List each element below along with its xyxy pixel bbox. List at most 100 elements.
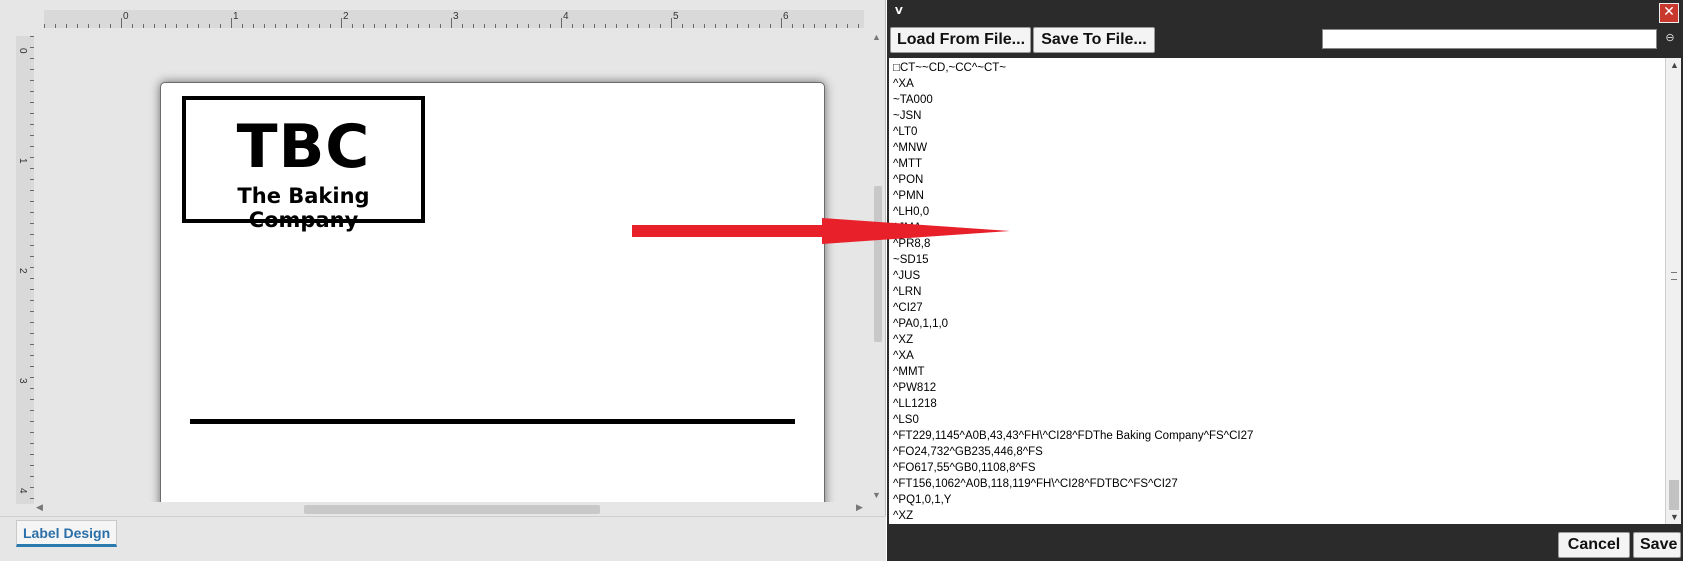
ruler-tick [30, 58, 34, 59]
code-line[interactable]: ~SD15 [893, 252, 1661, 268]
zpl-code-textarea[interactable]: □CT~~CD,~CC^~CT~ ^XA ~TA000 ~JSN ^LT0 ^MNW ^MT… [889, 58, 1665, 524]
designer-vertical-scrollbar[interactable]: ▲ ▼ [870, 30, 884, 504]
code-line[interactable]: ^MTT [893, 156, 1661, 172]
scroll-left-arrow-icon[interactable]: ◀ [36, 502, 43, 513]
ruler-tick [30, 311, 34, 312]
scroll-thumb[interactable] [874, 186, 882, 342]
scroll-thumb[interactable] [1669, 480, 1679, 510]
code-line[interactable]: ^PR8,8 [893, 236, 1661, 252]
save-button[interactable]: Save [1633, 532, 1681, 558]
code-line[interactable]: ^XZ [893, 508, 1661, 524]
scroll-thumb[interactable] [304, 505, 600, 514]
save-to-file-button[interactable]: Save To File... [1033, 27, 1155, 53]
label-designer-panel: 0 1 2 3 4 5 6 0 1 2 3 4 TBC The Baking Company ▲ ▼… [0, 0, 886, 561]
code-vertical-scrollbar[interactable]: ▲ ▼ [1665, 58, 1681, 524]
code-line[interactable]: □CT~~CD,~CC^~CT~ [893, 60, 1661, 76]
code-line[interactable]: ^PQ1,0,1,Y [893, 492, 1661, 508]
code-line[interactable]: ^FO24,732^GB235,446,8^FS [893, 444, 1661, 460]
ruler-tick [715, 24, 716, 28]
editor-title-bar: V ✕ [887, 0, 1683, 26]
code-line[interactable]: ^LL1218 [893, 396, 1661, 412]
code-line[interactable]: ^FT156,1062^A0B,118,119^FH\^CI28^FDTBC^F… [893, 476, 1661, 492]
ruler-tick [297, 24, 298, 28]
scroll-right-arrow-icon[interactable]: ▶ [856, 502, 863, 513]
ruler-tick [440, 24, 441, 28]
ruler-tick [605, 24, 606, 28]
code-line[interactable]: ^MNW [893, 140, 1661, 156]
ruler-tick [30, 245, 34, 246]
code-line[interactable]: ^XZ [893, 332, 1661, 348]
code-line[interactable]: ^FO617,55^GB0,1108,8^FS [893, 460, 1661, 476]
scroll-down-arrow-icon[interactable]: ▼ [1670, 512, 1679, 522]
code-line[interactable]: ^XA [893, 348, 1661, 364]
logo-title-text[interactable]: TBC [186, 112, 421, 182]
ruler-tick [30, 201, 34, 202]
code-line[interactable]: ^JUS [893, 268, 1661, 284]
ruler-tick [495, 24, 496, 28]
code-line[interactable]: ^JMA [893, 220, 1661, 236]
ruler-tick [30, 278, 34, 279]
code-line[interactable]: ^XA [893, 76, 1661, 92]
zpl-editor-window: V ✕ Load From File... Save To File... ⊖ … [887, 0, 1683, 561]
code-line[interactable]: ^PMN [893, 188, 1661, 204]
ruler-tick [572, 24, 573, 28]
scroll-up-arrow-icon[interactable]: ▲ [872, 32, 881, 42]
ruler-tick [30, 289, 34, 290]
ruler-tick [319, 24, 320, 28]
design-canvas[interactable]: TBC The Baking Company [40, 36, 866, 526]
horizontal-ruler: 0 1 2 3 4 5 6 [44, 10, 864, 28]
ruler-tick [44, 24, 45, 28]
code-line[interactable]: ^LS0 [893, 412, 1661, 428]
code-line[interactable]: ^FT229,1145^A0B,43,43^FH\^CI28^FDThe Bak… [893, 428, 1661, 444]
close-button[interactable]: ✕ [1659, 3, 1679, 23]
code-line[interactable]: ~TA000 [893, 92, 1661, 108]
ruler-tick [66, 24, 67, 28]
ruler-tick [341, 18, 342, 28]
ruler-tick [88, 24, 89, 28]
ruler-tick [30, 465, 34, 466]
horizontal-line-element[interactable] [190, 419, 795, 424]
ruler-tick [30, 256, 34, 257]
ruler-number: 5 [673, 11, 679, 22]
code-line[interactable]: ~JSN [893, 108, 1661, 124]
tab-label-design[interactable]: Label Design [16, 520, 118, 547]
ruler-tick [165, 24, 166, 28]
ruler-tick [30, 476, 34, 477]
code-line[interactable]: ^PW812 [893, 380, 1661, 396]
code-line[interactable]: ^PON [893, 172, 1661, 188]
code-line[interactable]: ^LRN [893, 284, 1661, 300]
ruler-tick [308, 24, 309, 28]
ruler-tick [539, 24, 540, 28]
ruler-tick [583, 24, 584, 28]
ruler-tick [847, 24, 848, 28]
code-line[interactable]: ^PA0,1,1,0 [893, 316, 1661, 332]
ruler-tick [30, 223, 34, 224]
ruler-tick [30, 487, 34, 488]
code-line[interactable]: ^LT0 [893, 124, 1661, 140]
ruler-tick [30, 113, 34, 114]
ruler-tick [814, 24, 815, 28]
scroll-down-arrow-icon[interactable]: ▼ [872, 490, 881, 500]
code-line[interactable]: ^CI27 [893, 300, 1661, 316]
search-icon[interactable]: ⊖ [1661, 31, 1679, 47]
scroll-up-arrow-icon[interactable]: ▲ [1670, 60, 1679, 70]
search-input[interactable] [1322, 29, 1657, 49]
ruler-tick [693, 24, 694, 28]
cancel-button[interactable]: Cancel [1558, 532, 1630, 558]
ruler-tick [374, 24, 375, 28]
ruler-tick [638, 24, 639, 28]
ruler-tick [671, 18, 672, 28]
ruler-tick [55, 24, 56, 28]
code-line[interactable]: ^MMT [893, 364, 1661, 380]
ruler-tick [517, 24, 518, 28]
code-line[interactable]: ^LH0,0 [893, 204, 1661, 220]
logo-box[interactable]: TBC The Baking Company [182, 96, 425, 232]
logo-subtitle-text[interactable]: The Baking Company [186, 184, 421, 232]
load-from-file-button[interactable]: Load From File... [890, 27, 1031, 53]
designer-horizontal-scrollbar[interactable]: ◀ ▶ [34, 502, 870, 516]
ruler-tick [30, 366, 34, 367]
ruler-number: 0 [17, 48, 28, 54]
ruler-tick [649, 24, 650, 28]
label-sheet[interactable]: TBC The Baking Company [160, 82, 825, 526]
ruler-number: 6 [783, 11, 789, 22]
